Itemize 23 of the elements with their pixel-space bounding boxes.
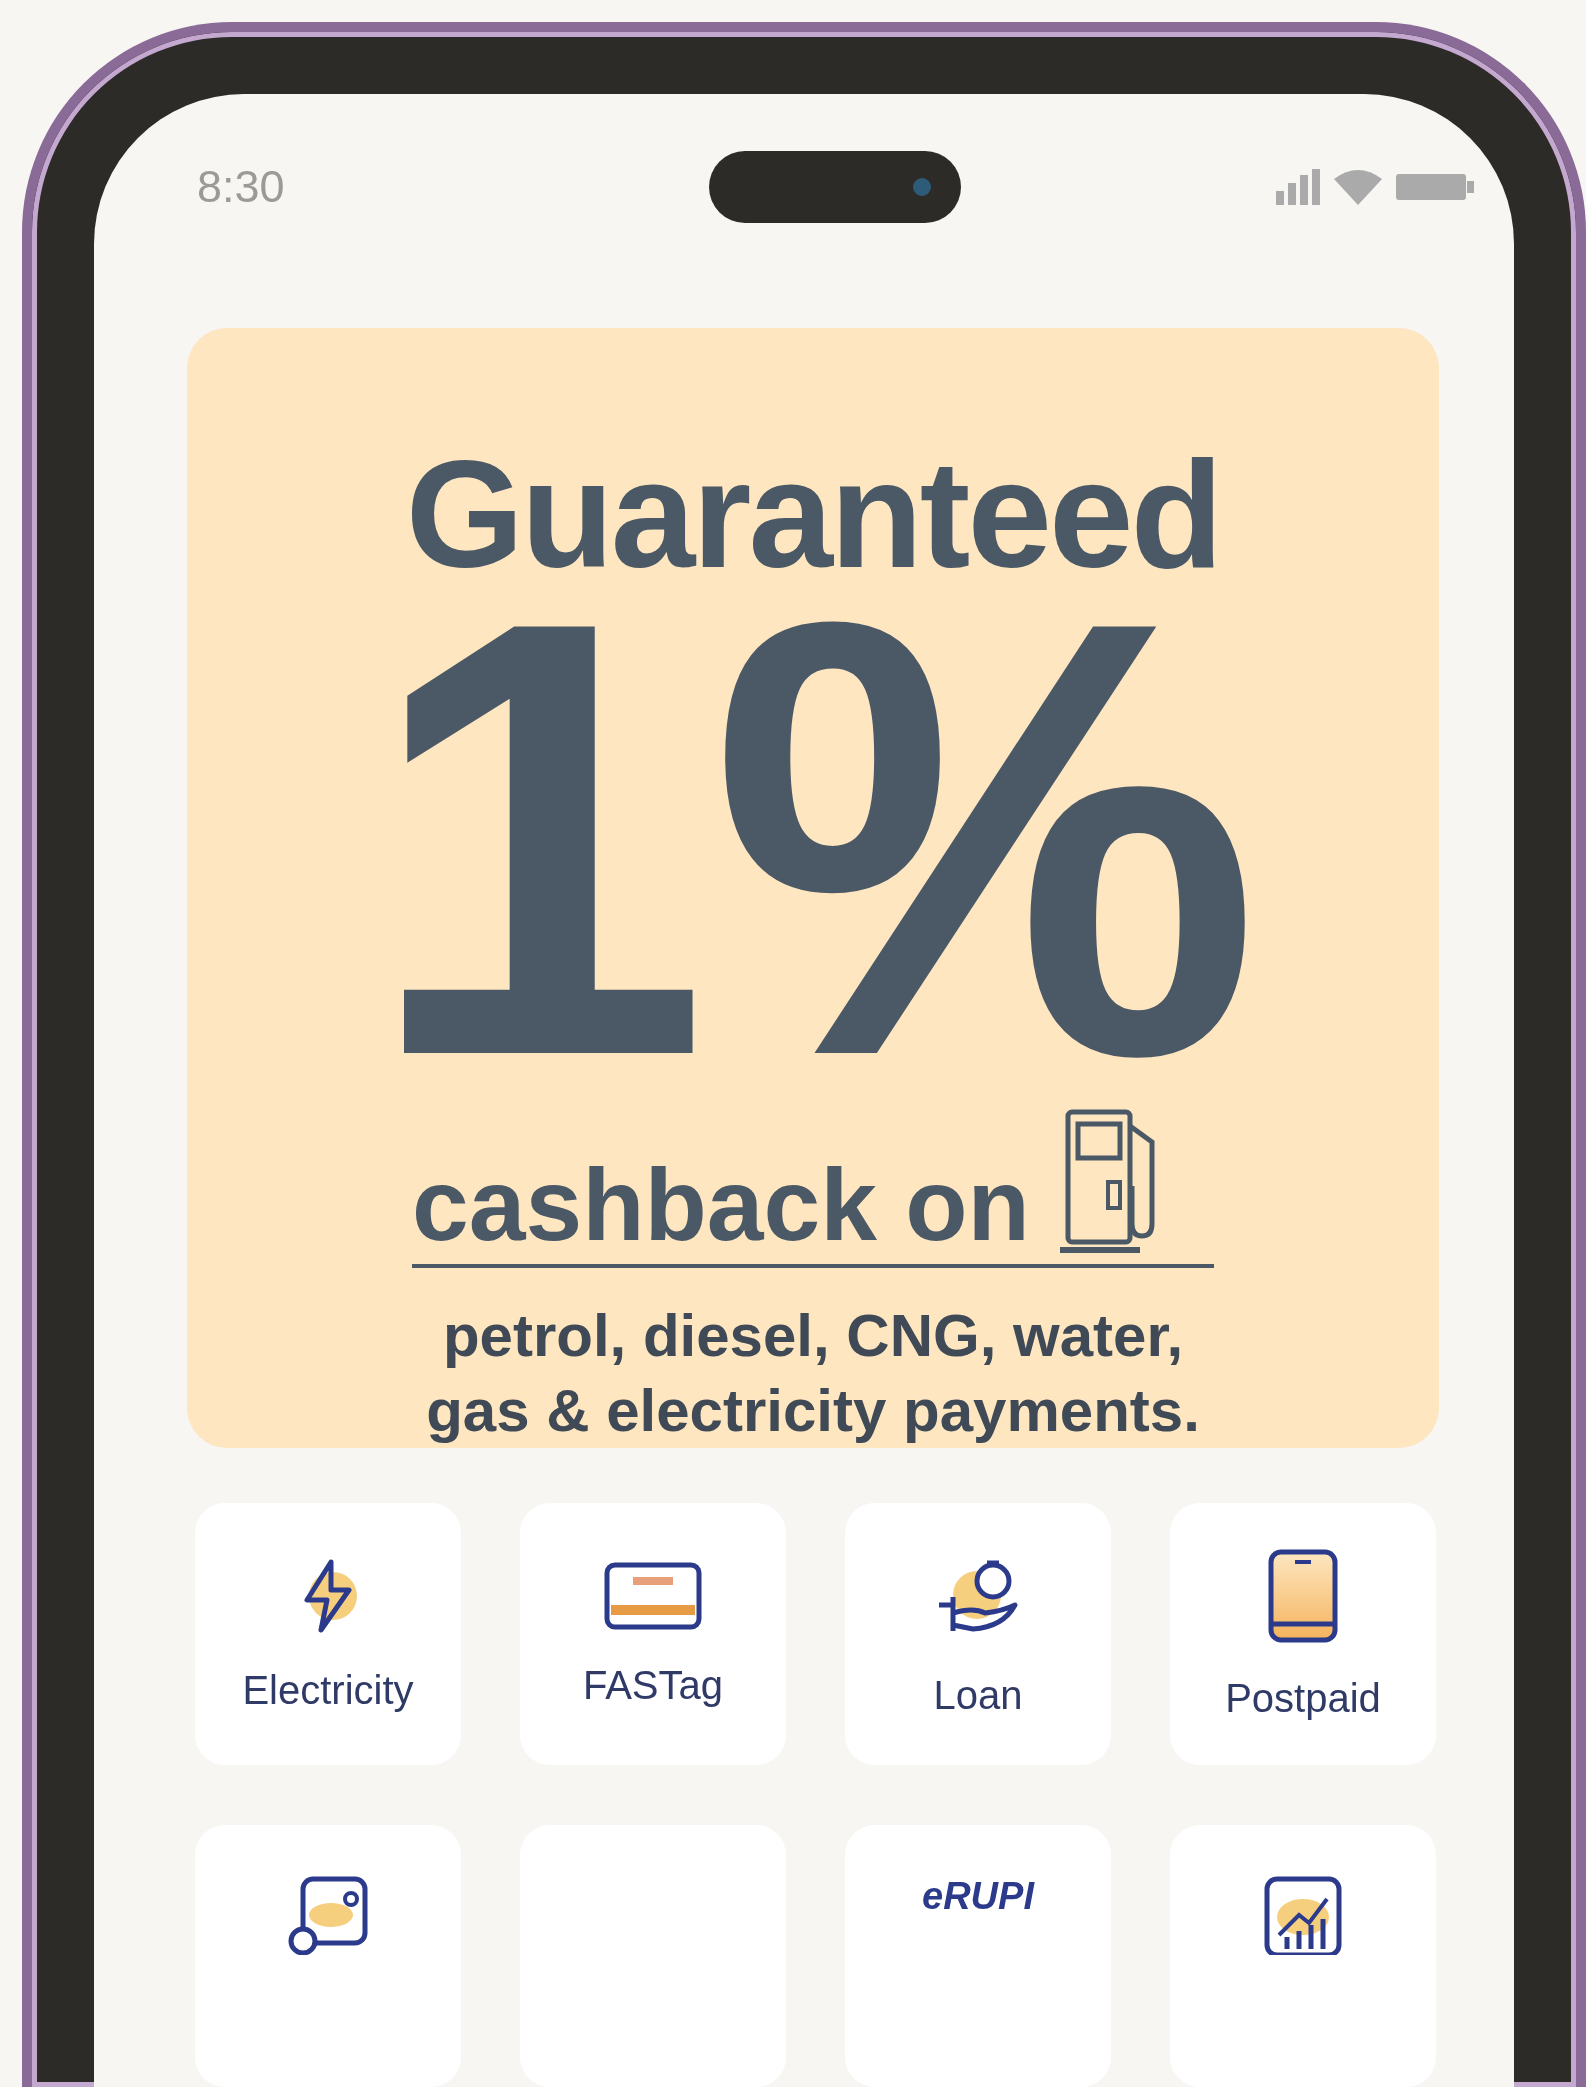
battery-icon bbox=[1396, 172, 1474, 202]
service-tile[interactable]: Loan bbox=[845, 1503, 1111, 1765]
status-time: 8:30 bbox=[197, 161, 285, 213]
banner-details: petrol, diesel, CNG, water, gas & electricity payments. bbox=[425, 1301, 1201, 1446]
service-tile[interactable]: Electricity bbox=[195, 1503, 461, 1765]
service-tile[interactable]: Postpaid bbox=[1170, 1503, 1436, 1765]
service-label: FASTag bbox=[582, 1662, 724, 1708]
service-tile[interactable]: FASTag bbox=[520, 1503, 786, 1765]
signal-icon bbox=[1276, 169, 1320, 205]
service-label: Electricity bbox=[242, 1667, 414, 1713]
wifi-icon bbox=[1334, 169, 1382, 205]
service-label: Postpaid bbox=[1225, 1675, 1381, 1721]
card-icon bbox=[603, 1560, 703, 1631]
banner-subline: cashback on bbox=[412, 1154, 1030, 1256]
service-tile[interactable] bbox=[195, 1825, 461, 2087]
service-tile[interactable]: eRUPI bbox=[845, 1825, 1111, 2087]
erupi-logo: eRUPI bbox=[922, 1875, 1034, 1918]
service-label: Loan bbox=[933, 1672, 1023, 1718]
cashback-percent: 1% bbox=[363, 590, 1263, 1086]
banner-headline: Guaranteed bbox=[405, 438, 1221, 590]
phone-icon bbox=[1267, 1547, 1339, 1644]
growth-chart-icon bbox=[1263, 1875, 1343, 1955]
service-tile[interactable] bbox=[1170, 1825, 1436, 2087]
